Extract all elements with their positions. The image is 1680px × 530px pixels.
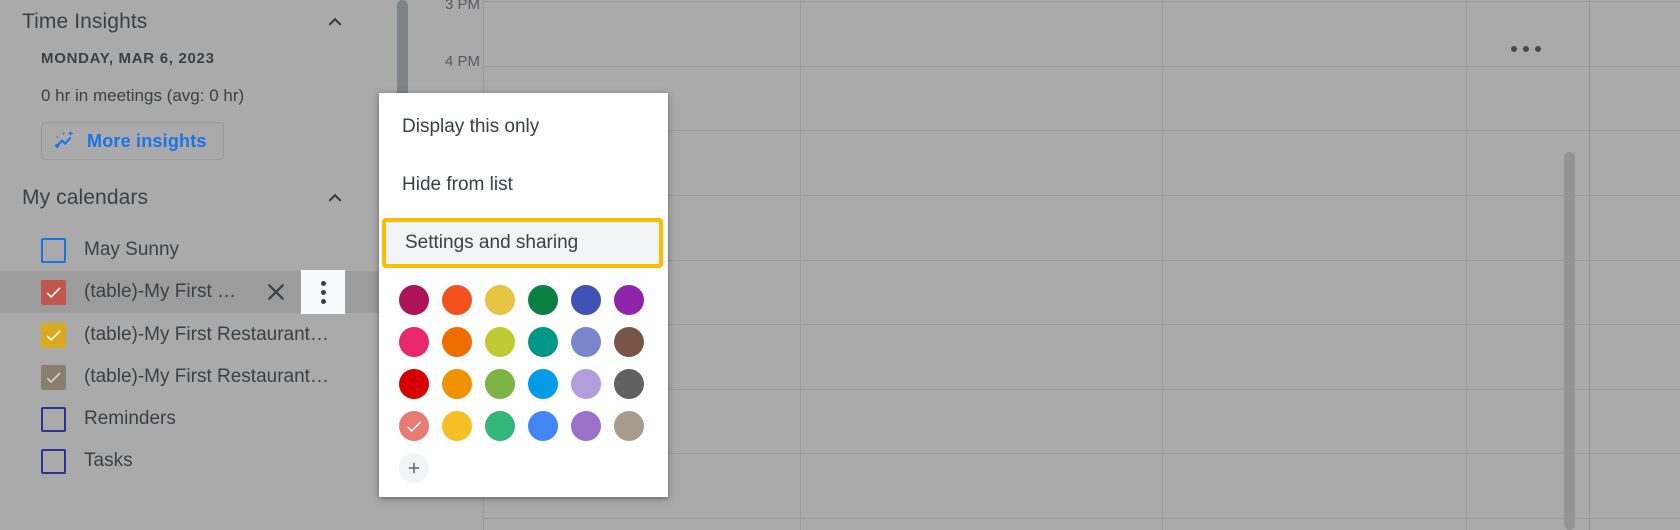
menu-item-label: Settings and sharing [405, 232, 579, 253]
color-swatch-795548[interactable] [614, 327, 644, 357]
color-swatch-f09300[interactable] [442, 369, 472, 399]
palette-row [399, 369, 644, 399]
grid-vline [1162, 0, 1163, 530]
more-insights-button[interactable]: More insights [41, 122, 224, 160]
more-vertical-icon-dot [320, 289, 326, 295]
time-insights-meetings-summary: 0 hr in meetings (avg: 0 hr) [41, 86, 245, 105]
time-label: 3 PM [444, 0, 480, 13]
calendar-checkbox[interactable] [41, 237, 66, 263]
color-swatch-e8276c[interactable] [399, 327, 429, 357]
right-panel-divider [1589, 0, 1590, 530]
grid-hline [482, 1, 1680, 2]
color-swatch-d50000[interactable] [399, 369, 429, 399]
menu-item-label: Hide from list [402, 173, 513, 195]
palette-row [399, 285, 644, 315]
calendar-item-table-my-first-restaurant-1[interactable]: (table)-My First Restaurant… [0, 314, 380, 356]
calendar-context-menu: Display this only Hide from list Setting… [379, 93, 668, 497]
plus-icon [405, 459, 423, 477]
color-swatch-4285f4[interactable] [528, 411, 558, 441]
calendar-item-label: Tasks [84, 450, 133, 471]
more-horizontal-dot [1535, 46, 1541, 52]
calendar-item-tasks[interactable]: Tasks [0, 440, 380, 482]
calendar-item-reminders[interactable]: Reminders [0, 398, 380, 440]
color-swatch-c0ca33[interactable] [485, 327, 515, 357]
chevron-up-icon[interactable] [322, 185, 352, 211]
color-swatch-8e24aa[interactable] [614, 285, 644, 315]
more-horizontal-dot [1511, 46, 1517, 52]
more-vertical-icon-dot [320, 298, 326, 304]
calendar-item-label: Reminders [84, 408, 176, 429]
calendar-item-label: (table)-My First Restaurant… [84, 324, 329, 345]
more-horizontal-dot [1523, 46, 1529, 52]
menu-item-hide-from-list[interactable]: Hide from list [379, 157, 668, 212]
color-swatch-9b72cb[interactable] [571, 411, 601, 441]
calendar-checkbox[interactable] [41, 279, 66, 305]
calendar-checkbox[interactable] [41, 406, 66, 432]
color-swatch-616161[interactable] [614, 369, 644, 399]
more-vertical-icon-dot [320, 280, 326, 286]
color-palette [399, 285, 644, 483]
calendar-options-button[interactable] [301, 270, 345, 314]
color-swatch-0b8043[interactable] [528, 285, 558, 315]
grid-hline [482, 518, 1680, 519]
grid-vline [800, 0, 801, 530]
add-custom-color-button[interactable] [399, 453, 429, 483]
color-swatch-f6bf26[interactable] [442, 411, 472, 441]
grid-vline [1466, 0, 1467, 530]
menu-item-display-this-only[interactable]: Display this only [379, 99, 668, 154]
calendar-item-table-my-first-restaurant-2[interactable]: (table)-My First Restaurant… [0, 356, 380, 398]
color-swatch-e4c441[interactable] [485, 285, 515, 315]
time-insights-title: Time Insights [22, 10, 148, 33]
calendar-item-may-sunny[interactable]: May Sunny [0, 229, 380, 271]
menu-item-label: Display this only [402, 115, 540, 137]
close-icon[interactable] [262, 278, 290, 306]
time-insights-date: MONDAY, MAR 6, 2023 [41, 50, 215, 67]
calendar-item-label: May Sunny [84, 239, 180, 260]
calendar-checkbox[interactable] [41, 364, 66, 390]
my-calendars-header: My calendars [22, 178, 352, 218]
page-scrollbar-thumb[interactable] [1564, 152, 1575, 530]
color-swatch-039be5[interactable] [528, 369, 558, 399]
calendar-item-label: (table)-My First Restaurant… [84, 366, 329, 387]
color-swatch-7cb342[interactable] [485, 369, 515, 399]
insights-sparkle-icon [54, 128, 78, 155]
color-swatch-a79b8e[interactable] [614, 411, 644, 441]
color-swatch-009688[interactable] [528, 327, 558, 357]
calendar-item-label: (table)-My First … [84, 281, 236, 302]
color-swatch-ac1457[interactable] [399, 285, 429, 315]
color-swatch-7986cb[interactable] [571, 327, 601, 357]
more-horizontal-icon[interactable] [1511, 40, 1555, 58]
color-swatch-3f51b5[interactable] [571, 285, 601, 315]
chevron-up-icon[interactable] [322, 9, 352, 35]
calendar-checkbox[interactable] [41, 448, 66, 474]
palette-row [399, 411, 644, 441]
more-insights-label: More insights [87, 130, 207, 151]
grid-scrollbar-thumb[interactable] [397, 0, 408, 98]
check-icon [407, 421, 422, 433]
time-insights-header: Time Insights [22, 2, 352, 42]
calendar-checkbox[interactable] [41, 322, 66, 348]
left-sidebar: Time Insights MONDAY, MAR 6, 2023 0 hr i… [0, 0, 380, 530]
time-label: 4 PM [444, 53, 480, 70]
color-swatch-ef6c00[interactable] [442, 327, 472, 357]
color-swatch-33b679[interactable] [485, 411, 515, 441]
palette-row [399, 327, 644, 357]
color-swatch-f4511e[interactable] [442, 285, 472, 315]
color-swatch-e67c73[interactable] [399, 411, 429, 441]
menu-item-settings-and-sharing[interactable]: Settings and sharing [382, 218, 663, 268]
color-swatch-b39ddb[interactable] [571, 369, 601, 399]
my-calendars-title: My calendars [22, 186, 149, 209]
grid-hline [482, 66, 1680, 67]
